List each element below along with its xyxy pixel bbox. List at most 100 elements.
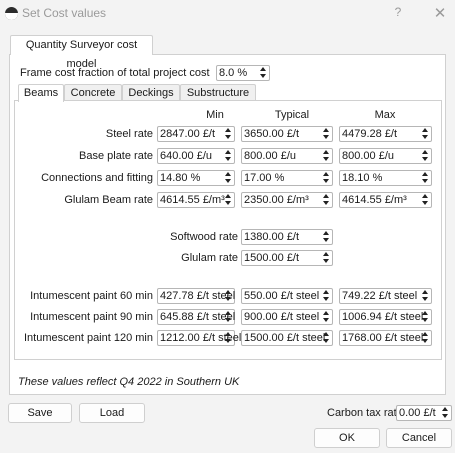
connections-typical[interactable]: 17.00 % [241, 170, 333, 186]
base-plate-rate-label: Base plate rate [79, 150, 153, 162]
spin-arrows-icon[interactable] [420, 194, 430, 206]
glulam-beam-rate-max[interactable]: 4614.55 £/m³ [339, 192, 432, 208]
spin-arrows-icon[interactable] [321, 150, 331, 162]
connections-max-value: 18.10 % [342, 172, 383, 184]
window-title: Set Cost values [22, 6, 107, 20]
ok-button[interactable]: OK [314, 428, 380, 448]
carbon-tax-spinbox[interactable]: 0.00 £/t [396, 405, 452, 421]
frame-cost-label: Frame cost fraction of total project cos… [20, 67, 210, 79]
steel-rate-min[interactable]: 2847.00 £/t [157, 126, 235, 142]
base-plate-rate-typical-value: 800.00 £/u [244, 150, 296, 162]
help-button[interactable]: ? [388, 5, 408, 23]
tab-concrete[interactable]: Concrete [64, 84, 122, 101]
base-plate-rate-min[interactable]: 640.00 £/u [157, 148, 235, 164]
tab-substructure[interactable]: Substructure [180, 84, 256, 101]
spin-arrows-icon[interactable] [321, 128, 331, 140]
spin-arrows-icon[interactable] [223, 311, 233, 323]
glulam-beam-rate-max-value: 4614.55 £/m³ [342, 194, 407, 206]
frame-cost-value: 8.0 % [219, 67, 248, 79]
spin-arrows-icon[interactable] [420, 150, 430, 162]
connections-min[interactable]: 14.80 % [157, 170, 235, 186]
paint-120-max-value: 1768.00 £/t steel [342, 332, 424, 344]
spin-arrows-icon[interactable] [223, 290, 233, 302]
base-plate-rate-max[interactable]: 800.00 £/u [339, 148, 432, 164]
spin-arrows-icon[interactable] [321, 194, 331, 206]
spin-arrows-icon[interactable] [321, 252, 331, 264]
spin-arrows-icon[interactable] [321, 172, 331, 184]
steel-rate-label: Steel rate [105, 128, 153, 140]
paint-60-typical[interactable]: 550.00 £/t steel [241, 288, 333, 304]
glulam-rate-label: Glulam rate [181, 252, 238, 264]
glulam-beam-rate-typical[interactable]: 2350.00 £/m³ [241, 192, 333, 208]
glulam-beam-rate-typical-value: 2350.00 £/m³ [244, 194, 309, 206]
spin-arrows-icon[interactable] [420, 332, 430, 344]
title-bar: Set Cost values ? ✕ [0, 0, 455, 28]
app-icon [5, 7, 18, 20]
base-plate-rate-typical[interactable]: 800.00 £/u [241, 148, 333, 164]
connections-typical-value: 17.00 % [244, 172, 285, 184]
spin-arrows-icon[interactable] [321, 231, 331, 243]
softwood-rate-value: 1380.00 £/t [244, 231, 300, 243]
steel-rate-typical-value: 3650.00 £/t [244, 128, 300, 140]
connections-min-value: 14.80 % [160, 172, 201, 184]
header-typical: Typical [274, 109, 310, 121]
paint-90-label: Intumescent paint 90 min [30, 311, 153, 323]
paint-90-max-value: 1006.94 £/t steel [342, 311, 424, 323]
paint-120-min[interactable]: 1212.00 £/t steel [157, 330, 241, 346]
steel-rate-typical[interactable]: 3650.00 £/t [241, 126, 333, 142]
paint-120-label: Intumescent paint 120 min [23, 332, 153, 344]
load-button[interactable]: Load [79, 403, 145, 423]
steel-rate-max-value: 4479.28 £/t [342, 128, 398, 140]
glulam-rate-spinbox[interactable]: 1500.00 £/t [241, 250, 333, 266]
spin-arrows-icon[interactable] [321, 332, 331, 344]
spin-arrows-icon[interactable] [223, 194, 233, 206]
save-button[interactable]: Save [8, 403, 72, 423]
spin-arrows-icon[interactable] [420, 128, 430, 140]
spin-arrows-icon[interactable] [420, 290, 430, 302]
paint-90-min[interactable]: 645.88 £/t steel [157, 309, 235, 325]
paint-60-label: Intumescent paint 60 min [30, 290, 153, 302]
spin-arrows-icon[interactable] [223, 172, 233, 184]
tab-quantity-surveyor[interactable]: Quantity Surveyor cost model [10, 35, 153, 70]
glulam-beam-rate-min-value: 4614.55 £/m³ [160, 194, 225, 206]
glulam-rate-value: 1500.00 £/t [244, 252, 300, 264]
paint-90-typical-value: 900.00 £/t steel [244, 311, 320, 323]
paint-60-typical-value: 550.00 £/t steel [244, 290, 320, 302]
paint-90-typical[interactable]: 900.00 £/t steel [241, 309, 333, 325]
connections-max[interactable]: 18.10 % [339, 170, 432, 186]
base-plate-rate-min-value: 640.00 £/u [160, 150, 212, 162]
spin-arrows-icon[interactable] [223, 150, 233, 162]
spin-arrows-icon[interactable] [321, 290, 331, 302]
frame-cost-spinbox[interactable]: 8.0 % [216, 65, 270, 81]
paint-120-max[interactable]: 1768.00 £/t steel [339, 330, 432, 346]
close-button[interactable]: ✕ [430, 4, 450, 22]
paint-60-min[interactable]: 427.78 £/t steel [157, 288, 235, 304]
spin-arrows-icon[interactable] [321, 311, 331, 323]
glulam-beam-rate-label: Glulam Beam rate [64, 194, 153, 206]
carbon-tax-label: Carbon tax rate [327, 407, 403, 419]
values-note: These values reflect Q4 2022 in Southern… [18, 376, 240, 388]
paint-120-typical-value: 1500.00 £/t steel [244, 332, 326, 344]
softwood-rate-spinbox[interactable]: 1380.00 £/t [241, 229, 333, 245]
spin-arrows-icon[interactable] [440, 407, 450, 419]
spin-arrows-icon[interactable] [420, 311, 430, 323]
spin-arrows-icon[interactable] [223, 128, 233, 140]
spin-arrows-icon[interactable] [223, 332, 233, 344]
paint-120-typical[interactable]: 1500.00 £/t steel [241, 330, 333, 346]
header-max: Max [374, 109, 396, 121]
tab-beams[interactable]: Beams [18, 84, 64, 102]
softwood-rate-label: Softwood rate [170, 231, 238, 243]
cancel-button[interactable]: Cancel [386, 428, 452, 448]
glulam-beam-rate-min[interactable]: 4614.55 £/m³ [157, 192, 235, 208]
tab-deckings[interactable]: Deckings [122, 84, 180, 101]
paint-60-max-value: 749.22 £/t steel [342, 290, 418, 302]
steel-rate-max[interactable]: 4479.28 £/t [339, 126, 432, 142]
paint-90-max[interactable]: 1006.94 £/t steel [339, 309, 432, 325]
spin-arrows-icon[interactable] [420, 172, 430, 184]
carbon-tax-value: 0.00 £/t [399, 407, 436, 419]
header-min: Min [206, 109, 224, 121]
spin-arrows-icon[interactable] [258, 67, 268, 79]
paint-60-max[interactable]: 749.22 £/t steel [339, 288, 432, 304]
base-plate-rate-max-value: 800.00 £/u [342, 150, 394, 162]
steel-rate-min-value: 2847.00 £/t [160, 128, 216, 140]
